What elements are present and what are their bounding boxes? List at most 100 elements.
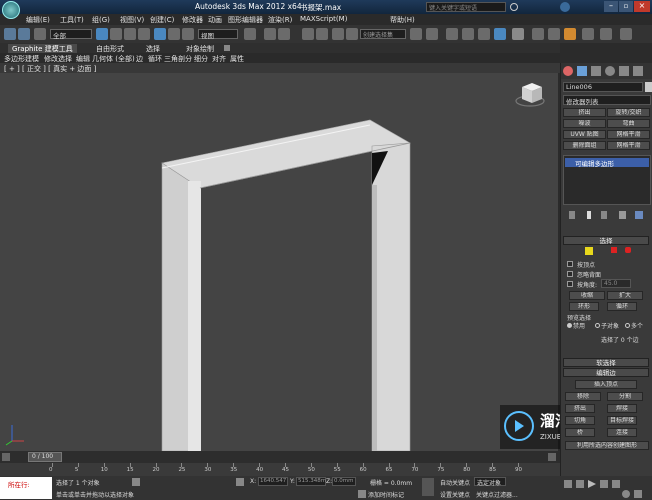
menu-modifiers[interactable]: 修改器 bbox=[182, 15, 203, 25]
display-tab-icon[interactable] bbox=[619, 66, 629, 76]
connect-button[interactable]: 连接 bbox=[607, 428, 637, 437]
redo-icon[interactable] bbox=[18, 28, 30, 40]
close-button[interactable]: × bbox=[634, 1, 650, 12]
preview-subobject-radio[interactable] bbox=[595, 323, 600, 328]
prev-frame-icon[interactable] bbox=[576, 480, 584, 488]
rect-select-icon[interactable] bbox=[124, 28, 136, 40]
maxscript-listener[interactable]: 所在行: bbox=[0, 477, 52, 499]
motion-tab-icon[interactable] bbox=[605, 66, 615, 76]
modifier-button-bend[interactable]: 弯曲 bbox=[607, 119, 650, 128]
menu-rendering[interactable]: 渲染(R) bbox=[268, 15, 292, 25]
edge-level-icon[interactable] bbox=[611, 247, 617, 253]
ribbon-toggle-icon[interactable] bbox=[224, 45, 230, 51]
z-coordinate-field[interactable]: 0.0mm bbox=[332, 477, 356, 486]
key-filters-button[interactable]: 关键点过滤器... bbox=[476, 490, 518, 499]
selected-objects-dropdown[interactable]: 选定对象 bbox=[474, 477, 506, 487]
object-name-field[interactable]: Line006 bbox=[563, 82, 643, 92]
link-icon[interactable] bbox=[34, 28, 46, 40]
preview-disable-radio[interactable] bbox=[567, 323, 572, 328]
layer-icon[interactable] bbox=[446, 28, 458, 40]
grow-button[interactable]: 扩大 bbox=[607, 291, 643, 300]
make-unique-icon[interactable] bbox=[601, 211, 607, 219]
menu-edit[interactable]: 编辑(E) bbox=[26, 15, 50, 25]
activeshade-icon[interactable] bbox=[620, 28, 632, 40]
view-dropdown[interactable]: 视图 bbox=[198, 29, 238, 40]
rollout-edit-edges[interactable]: 编辑边 bbox=[563, 368, 649, 377]
time-slider-thumb[interactable]: 0 / 100 bbox=[28, 452, 62, 462]
window-crossing-icon[interactable] bbox=[138, 28, 150, 40]
named-selection-dropdown[interactable]: 创建选择集 bbox=[360, 29, 406, 39]
split-button[interactable]: 分割 bbox=[607, 392, 643, 401]
viewport[interactable]: 溜溜自学 ZIXUE.3D66.COM bbox=[0, 73, 618, 452]
zoom-icon[interactable] bbox=[622, 490, 630, 498]
add-time-tag[interactable]: 添加时间标记 bbox=[368, 490, 404, 499]
rotate-icon[interactable] bbox=[168, 28, 180, 40]
help-icon[interactable] bbox=[560, 2, 570, 12]
modifier-button-lathe[interactable]: 旋转/交织 bbox=[607, 108, 650, 117]
viewcube-icon[interactable] bbox=[515, 83, 545, 107]
menu-graph-editors[interactable]: 图形编辑器 bbox=[228, 15, 263, 25]
percent-snap-icon[interactable] bbox=[332, 28, 344, 40]
curve-editor-icon[interactable] bbox=[478, 28, 490, 40]
remove-button[interactable]: 移除 bbox=[565, 392, 601, 401]
menu-animation[interactable]: 动画 bbox=[208, 15, 222, 25]
app-logo-icon[interactable] bbox=[2, 1, 20, 19]
manipulate-icon[interactable] bbox=[264, 28, 276, 40]
select-by-name-icon[interactable] bbox=[110, 28, 122, 40]
play-icon[interactable] bbox=[588, 480, 596, 488]
menu-create[interactable]: 创建(C) bbox=[150, 15, 174, 25]
rollout-soft-selection[interactable]: 软选择 bbox=[563, 358, 649, 367]
create-shape-button[interactable]: 利用所选内容创建图形 bbox=[565, 441, 649, 450]
chamfer-button[interactable]: 切角 bbox=[565, 416, 595, 425]
next-frame-icon[interactable] bbox=[600, 480, 608, 488]
modify-tab-icon[interactable] bbox=[577, 66, 587, 76]
menu-view[interactable]: 视图(V) bbox=[120, 15, 144, 25]
target-weld-button[interactable]: 目标焊接 bbox=[607, 416, 637, 425]
select-object-icon[interactable] bbox=[96, 28, 108, 40]
show-end-result-icon[interactable] bbox=[587, 211, 591, 219]
go-to-start-icon[interactable] bbox=[564, 480, 572, 488]
pin-stack-icon[interactable] bbox=[569, 211, 575, 219]
modifier-button-extrude[interactable]: 挤出 bbox=[563, 108, 606, 117]
modifier-button-delete-face[interactable]: 删除面组 bbox=[563, 141, 606, 150]
pan-icon[interactable] bbox=[634, 490, 642, 498]
menu-group[interactable]: 组(G) bbox=[92, 15, 110, 25]
selection-filter-dropdown[interactable]: 全部 bbox=[50, 29, 92, 40]
by-vertex-checkbox[interactable] bbox=[567, 261, 573, 267]
polygon-level-icon[interactable] bbox=[625, 247, 631, 253]
mirror-icon[interactable] bbox=[410, 28, 422, 40]
time-slider[interactable]: 0 / 100 bbox=[0, 451, 560, 463]
rollout-selection[interactable]: 选择 bbox=[563, 236, 649, 245]
lock-selection-icon[interactable] bbox=[132, 478, 140, 486]
weld-button[interactable]: 焊接 bbox=[607, 404, 637, 413]
object-color-swatch[interactable] bbox=[645, 82, 652, 92]
search-input[interactable]: 键入关键字或短语 bbox=[426, 2, 506, 12]
scale-icon[interactable] bbox=[182, 28, 194, 40]
modifier-list-dropdown[interactable]: 修改器列表 bbox=[563, 95, 651, 106]
hierarchy-tab-icon[interactable] bbox=[591, 66, 601, 76]
create-tab-icon[interactable] bbox=[563, 66, 573, 76]
search-icon[interactable] bbox=[510, 3, 518, 11]
schematic-view-icon[interactable] bbox=[494, 28, 506, 40]
auto-key-button[interactable]: 自动关键点 bbox=[440, 478, 470, 487]
key-mode-icon[interactable] bbox=[422, 478, 434, 496]
timeline-next-icon[interactable] bbox=[548, 453, 556, 461]
graphite-icon[interactable] bbox=[462, 28, 474, 40]
set-key-button[interactable]: 设置关键点 bbox=[440, 490, 470, 499]
angle-spinner[interactable]: 45.0 bbox=[601, 279, 631, 288]
modifier-button-meshsmooth[interactable]: 网格平滑 bbox=[607, 130, 650, 139]
menu-help[interactable]: 帮助(H) bbox=[390, 15, 415, 25]
vertex-level-icon[interactable] bbox=[585, 247, 593, 255]
loop-button[interactable]: 循环 bbox=[607, 302, 637, 311]
ignore-backfacing-checkbox[interactable] bbox=[567, 271, 573, 277]
modifier-button-noise[interactable]: 噪波 bbox=[563, 119, 606, 128]
x-coordinate-field[interactable]: 1640.547 bbox=[258, 477, 288, 486]
remove-modifier-icon[interactable] bbox=[619, 211, 626, 219]
go-to-end-icon[interactable] bbox=[612, 480, 620, 488]
modifier-button-uvw[interactable]: UVW 贴图 bbox=[563, 130, 606, 139]
render-iterative-icon[interactable] bbox=[600, 28, 612, 40]
timeline-prev-icon[interactable] bbox=[2, 453, 10, 461]
bridge-button[interactable]: 桥 bbox=[565, 428, 595, 437]
utilities-tab-icon[interactable] bbox=[633, 66, 643, 76]
material-editor-icon[interactable] bbox=[512, 28, 524, 40]
